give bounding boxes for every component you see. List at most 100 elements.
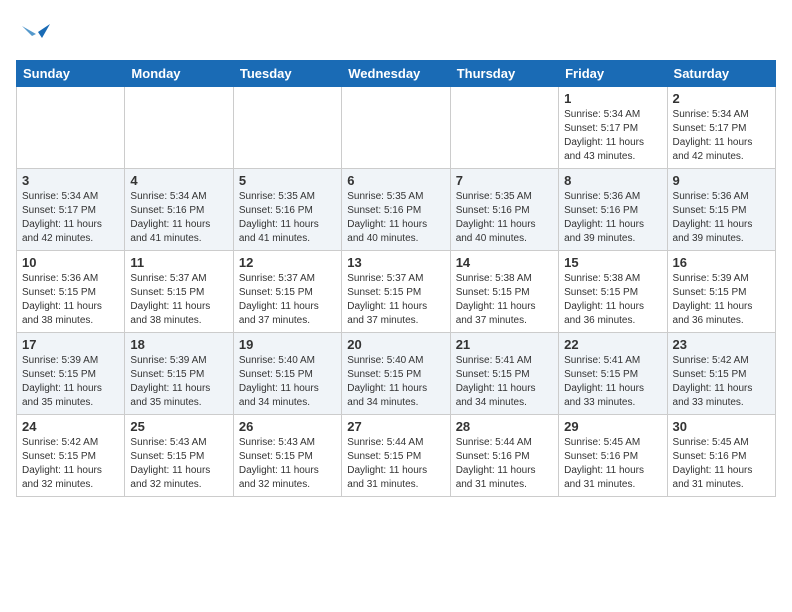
day-info: Sunrise: 5:42 AM Sunset: 5:15 PM Dayligh… [673,354,770,410]
calendar-cell [233,87,341,169]
day-info: Sunrise: 5:34 AM Sunset: 5:17 PM Dayligh… [564,108,661,164]
calendar-cell: 16 Sunrise: 5:39 AM Sunset: 5:15 PM Dayli… [667,251,775,333]
day-number: 13 [347,255,444,270]
day-info: Sunrise: 5:39 AM Sunset: 5:15 PM Dayligh… [22,354,119,410]
weekday-header-wednesday: Wednesday [342,61,450,87]
day-number: 10 [22,255,119,270]
calendar-cell: 14 Sunrise: 5:38 AM Sunset: 5:15 PM Dayli… [450,251,558,333]
day-number: 9 [673,173,770,188]
calendar-cell: 15 Sunrise: 5:38 AM Sunset: 5:15 PM Dayli… [559,251,667,333]
calendar-cell: 22Sunrise: 5:41 AM Sunset: 5:15 PM Dayli… [559,333,667,415]
page-header [16,16,776,52]
week-row-1: 1 Sunrise: 5:34 AM Sunset: 5:17 PM Daylig… [17,87,776,169]
day-info: Sunrise: 5:43 AM Sunset: 5:15 PM Dayligh… [239,436,336,492]
day-info: Sunrise: 5:37 AM Sunset: 5:15 PM Dayligh… [347,272,444,328]
day-number: 18 [130,337,227,352]
day-number: 2 [673,91,770,106]
day-info: Sunrise: 5:34 AM Sunset: 5:17 PM Dayligh… [22,190,119,246]
calendar-cell: 28 Sunrise: 5:44 AM Sunset: 5:16 PM Dayli… [450,415,558,497]
day-number: 5 [239,173,336,188]
week-row-3: 10 Sunrise: 5:36 AM Sunset: 5:15 PM Dayli… [17,251,776,333]
day-info: Sunrise: 5:40 AM Sunset: 5:15 PM Dayligh… [239,354,336,410]
calendar-cell: 23 Sunrise: 5:42 AM Sunset: 5:15 PM Dayli… [667,333,775,415]
calendar-cell: 1 Sunrise: 5:34 AM Sunset: 5:17 PM Daylig… [559,87,667,169]
day-info: Sunrise: 5:39 AM Sunset: 5:15 PM Dayligh… [673,272,770,328]
calendar-cell: 29Sunrise: 5:45 AM Sunset: 5:16 PM Dayli… [559,415,667,497]
calendar-cell: 9 Sunrise: 5:36 AM Sunset: 5:15 PM Daylig… [667,169,775,251]
day-info: Sunrise: 5:39 AM Sunset: 5:15 PM Dayligh… [130,354,227,410]
day-info: Sunrise: 5:45 AM Sunset: 5:16 PM Dayligh… [673,436,770,492]
calendar-cell: 13 Sunrise: 5:37 AM Sunset: 5:15 PM Dayli… [342,251,450,333]
day-number: 29 [564,419,661,434]
day-number: 23 [673,337,770,352]
week-row-5: 24 Sunrise: 5:42 AM Sunset: 5:15 PM Dayli… [17,415,776,497]
day-info: Sunrise: 5:43 AM Sunset: 5:15 PM Dayligh… [130,436,227,492]
calendar-cell: 12Sunrise: 5:37 AM Sunset: 5:15 PM Dayli… [233,251,341,333]
calendar-cell [17,87,125,169]
calendar-cell: 4 Sunrise: 5:34 AM Sunset: 5:16 PM Daylig… [125,169,233,251]
calendar-cell: 25Sunrise: 5:43 AM Sunset: 5:15 PM Dayli… [125,415,233,497]
day-number: 24 [22,419,119,434]
day-number: 17 [22,337,119,352]
calendar-cell: 5 Sunrise: 5:35 AM Sunset: 5:16 PM Daylig… [233,169,341,251]
day-info: Sunrise: 5:38 AM Sunset: 5:15 PM Dayligh… [564,272,661,328]
day-number: 12 [239,255,336,270]
day-number: 20 [347,337,444,352]
weekday-header-sunday: Sunday [17,61,125,87]
day-info: Sunrise: 5:44 AM Sunset: 5:16 PM Dayligh… [456,436,553,492]
calendar-cell: 19Sunrise: 5:40 AM Sunset: 5:15 PM Dayli… [233,333,341,415]
day-number: 8 [564,173,661,188]
weekday-header-friday: Friday [559,61,667,87]
calendar-cell: 10 Sunrise: 5:36 AM Sunset: 5:15 PM Dayli… [17,251,125,333]
day-number: 15 [564,255,661,270]
day-number: 4 [130,173,227,188]
day-info: Sunrise: 5:41 AM Sunset: 5:15 PM Dayligh… [564,354,661,410]
calendar-cell: 2 Sunrise: 5:34 AM Sunset: 5:17 PM Daylig… [667,87,775,169]
day-number: 1 [564,91,661,106]
calendar-cell: 21 Sunrise: 5:41 AM Sunset: 5:15 PM Dayli… [450,333,558,415]
day-number: 27 [347,419,444,434]
calendar-cell: 3 Sunrise: 5:34 AM Sunset: 5:17 PM Daylig… [17,169,125,251]
day-number: 30 [673,419,770,434]
calendar-cell: 30 Sunrise: 5:45 AM Sunset: 5:16 PM Dayli… [667,415,775,497]
calendar-cell: 27 Sunrise: 5:44 AM Sunset: 5:15 PM Dayli… [342,415,450,497]
day-number: 3 [22,173,119,188]
day-number: 28 [456,419,553,434]
calendar-table: SundayMondayTuesdayWednesdayThursdayFrid… [16,60,776,497]
day-info: Sunrise: 5:44 AM Sunset: 5:15 PM Dayligh… [347,436,444,492]
calendar-cell [450,87,558,169]
calendar-cell [342,87,450,169]
calendar-cell: 26 Sunrise: 5:43 AM Sunset: 5:15 PM Dayli… [233,415,341,497]
calendar-cell [125,87,233,169]
week-row-2: 3 Sunrise: 5:34 AM Sunset: 5:17 PM Daylig… [17,169,776,251]
day-number: 21 [456,337,553,352]
day-info: Sunrise: 5:36 AM Sunset: 5:15 PM Dayligh… [22,272,119,328]
day-info: Sunrise: 5:38 AM Sunset: 5:15 PM Dayligh… [456,272,553,328]
calendar-cell: 20 Sunrise: 5:40 AM Sunset: 5:15 PM Dayli… [342,333,450,415]
day-info: Sunrise: 5:35 AM Sunset: 5:16 PM Dayligh… [456,190,553,246]
day-number: 6 [347,173,444,188]
day-number: 14 [456,255,553,270]
day-number: 26 [239,419,336,434]
logo [16,16,52,52]
calendar-cell: 8 Sunrise: 5:36 AM Sunset: 5:16 PM Daylig… [559,169,667,251]
day-number: 7 [456,173,553,188]
calendar-cell: 6Sunrise: 5:35 AM Sunset: 5:16 PM Daylig… [342,169,450,251]
calendar-cell: 7 Sunrise: 5:35 AM Sunset: 5:16 PM Daylig… [450,169,558,251]
day-info: Sunrise: 5:36 AM Sunset: 5:15 PM Dayligh… [673,190,770,246]
weekday-header-saturday: Saturday [667,61,775,87]
day-info: Sunrise: 5:36 AM Sunset: 5:16 PM Dayligh… [564,190,661,246]
calendar-cell: 24 Sunrise: 5:42 AM Sunset: 5:15 PM Dayli… [17,415,125,497]
day-info: Sunrise: 5:34 AM Sunset: 5:16 PM Dayligh… [130,190,227,246]
weekday-header-monday: Monday [125,61,233,87]
day-info: Sunrise: 5:37 AM Sunset: 5:15 PM Dayligh… [130,272,227,328]
day-number: 16 [673,255,770,270]
weekday-header-tuesday: Tuesday [233,61,341,87]
day-info: Sunrise: 5:34 AM Sunset: 5:17 PM Dayligh… [673,108,770,164]
day-info: Sunrise: 5:41 AM Sunset: 5:15 PM Dayligh… [456,354,553,410]
logo-bird-icon [22,16,52,52]
day-info: Sunrise: 5:40 AM Sunset: 5:15 PM Dayligh… [347,354,444,410]
weekday-header-row: SundayMondayTuesdayWednesdayThursdayFrid… [17,61,776,87]
day-info: Sunrise: 5:35 AM Sunset: 5:16 PM Dayligh… [239,190,336,246]
day-info: Sunrise: 5:42 AM Sunset: 5:15 PM Dayligh… [22,436,119,492]
